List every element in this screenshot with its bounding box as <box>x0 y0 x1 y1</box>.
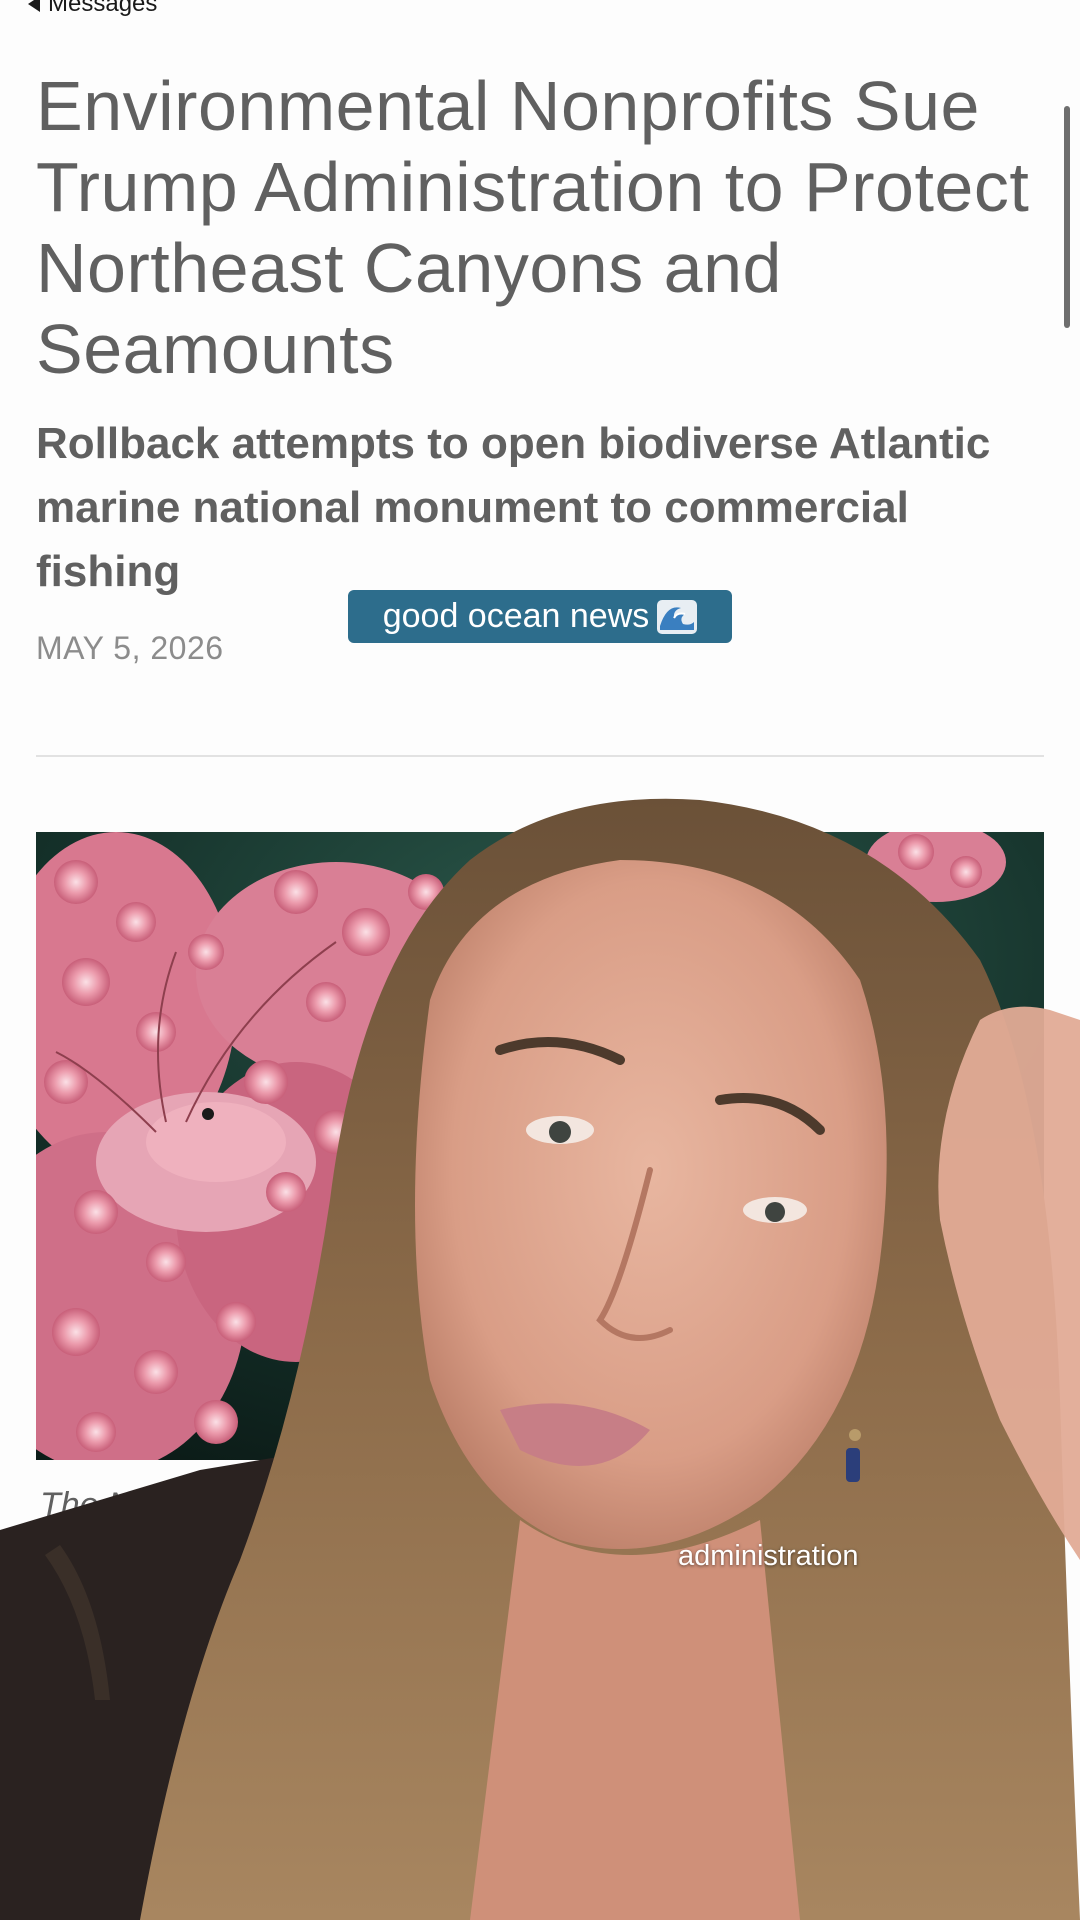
speech-subtitle: administration <box>678 1540 859 1572</box>
coral-photo <box>36 832 1044 1460</box>
good-ocean-news-sticker: good ocean news <box>348 590 732 643</box>
back-to-messages-link[interactable]: Messages <box>28 0 157 22</box>
app-screen: Messages Environmental Nonprofits Sue Tr… <box>0 0 1080 1920</box>
article-subhead: Rollback attempts to open biodiverse Atl… <box>36 419 991 596</box>
article-date: MAY 5, 2026 <box>36 630 224 666</box>
article-headline: Environmental Nonprofits Sue Trump Admin… <box>36 67 1030 388</box>
back-arrow-icon <box>28 0 40 12</box>
back-link-label: Messages <box>48 0 158 17</box>
section-divider <box>36 755 1044 757</box>
article-image-coral <box>36 832 1044 1460</box>
wave-icon <box>657 599 698 634</box>
scrollbar[interactable] <box>1064 106 1070 328</box>
sticker-text: good ocean news <box>382 597 650 635</box>
image-caption: The No <box>40 1486 152 1524</box>
